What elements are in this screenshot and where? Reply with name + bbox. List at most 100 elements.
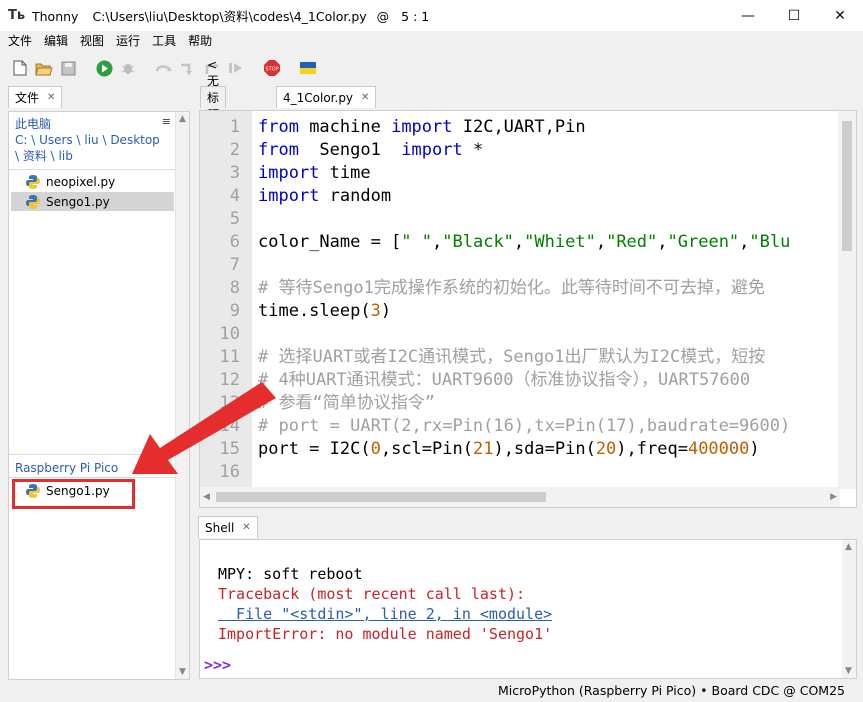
editor-horizontal-scrollbar[interactable]: ◀ ▶ bbox=[200, 487, 840, 507]
tab-untitled[interactable]: <无标题> bbox=[200, 58, 226, 137]
line-number-gutter: 1 2 3 4 5 6 7 8 9 10 11 12 13 14 15 16 bbox=[200, 111, 252, 489]
new-file-button[interactable] bbox=[10, 58, 30, 78]
line-number: 4 bbox=[229, 186, 240, 206]
device-heading[interactable]: Raspberry Pi Pico bbox=[15, 460, 118, 476]
code-text: , bbox=[595, 232, 607, 252]
scroll-right-icon[interactable]: ▶ bbox=[830, 492, 837, 502]
maximize-button[interactable]: ☐ bbox=[771, 0, 817, 31]
close-tab-icon[interactable]: ✕ bbox=[361, 92, 369, 103]
run-button[interactable] bbox=[94, 58, 114, 78]
line-number: 8 bbox=[229, 278, 240, 298]
shell-scrollbar[interactable]: ▲ ▼ bbox=[842, 540, 856, 678]
this-pc-heading[interactable]: 此电脑 bbox=[15, 116, 51, 132]
scroll-up-icon[interactable]: ▲ bbox=[179, 114, 186, 124]
file-item-neopixel[interactable]: neopixel.py bbox=[11, 172, 174, 191]
code-text: ,scl=Pin( bbox=[380, 439, 473, 459]
close-button[interactable]: ✕ bbox=[817, 0, 863, 31]
line-number: 13 bbox=[219, 393, 240, 413]
file-item-sengo1-local[interactable]: Sengo1.py bbox=[11, 192, 174, 211]
code-comment: # 选择UART或者I2C通讯模式，Sengo1出厂默认为I2C模式，短按 bbox=[258, 347, 766, 367]
debug-button[interactable] bbox=[118, 58, 138, 78]
local-path-line2[interactable]: \ 资料 \ lib bbox=[15, 148, 73, 164]
local-path-line1[interactable]: C: \ Users \ liu \ Desktop bbox=[15, 132, 160, 148]
traceback-link[interactable]: File "<stdin>", line 2, in <module> bbox=[218, 604, 552, 624]
step-into-button[interactable] bbox=[178, 58, 198, 78]
panel-splitter[interactable] bbox=[9, 454, 175, 455]
menu-view[interactable]: 视图 bbox=[74, 31, 110, 51]
shell-prompt[interactable]: >>> bbox=[204, 656, 231, 674]
code-line: color_Name = [" ","Black","Whiet","Red",… bbox=[258, 231, 790, 254]
close-tab-icon[interactable]: ✕ bbox=[242, 522, 250, 533]
line-number: 16 bbox=[219, 462, 240, 482]
python-file-icon bbox=[26, 194, 40, 209]
code-editor[interactable]: 1 2 3 4 5 6 7 8 9 10 11 12 13 14 15 16 f… bbox=[199, 110, 857, 508]
menu-tools[interactable]: 工具 bbox=[146, 31, 182, 51]
line-number: 14 bbox=[219, 416, 240, 436]
scroll-up-icon[interactable]: ▲ bbox=[845, 542, 852, 552]
step-over-button[interactable] bbox=[154, 58, 174, 78]
code-text: * bbox=[462, 140, 484, 160]
resume-icon bbox=[229, 63, 242, 73]
scroll-thumb[interactable] bbox=[842, 121, 852, 251]
at-sign: @ bbox=[376, 9, 390, 24]
scroll-left-icon[interactable]: ◀ bbox=[203, 492, 210, 502]
code-text: I2C,UART,Pin bbox=[452, 117, 586, 137]
code-line: import time bbox=[258, 162, 371, 185]
line-number: 15 bbox=[219, 439, 240, 459]
menu-edit[interactable]: 编辑 bbox=[38, 31, 74, 51]
tab-4-1color[interactable]: 4_1Color.py ✕ bbox=[276, 86, 377, 108]
line-number: 3 bbox=[229, 163, 240, 183]
code-text: time bbox=[319, 163, 371, 183]
menu-file[interactable]: 文件 bbox=[0, 31, 38, 51]
resume-button[interactable] bbox=[226, 58, 246, 78]
close-tab-icon[interactable]: ✕ bbox=[47, 92, 55, 103]
keyword: import bbox=[258, 163, 320, 183]
save-file-button[interactable] bbox=[58, 58, 78, 78]
stop-sign-icon: STOP bbox=[264, 60, 280, 76]
number-literal: 0 bbox=[370, 439, 381, 459]
string-literal: "Black" bbox=[442, 232, 514, 252]
shell-console[interactable]: MPY: soft reboot Traceback (most recent … bbox=[199, 539, 857, 679]
code-text: ),sda=Pin( bbox=[493, 439, 596, 459]
file-name: neopixel.py bbox=[46, 174, 116, 189]
code-text: time.sleep( bbox=[258, 301, 371, 321]
code-text: , bbox=[432, 232, 443, 252]
code-text: ) bbox=[380, 301, 392, 321]
tab-label: 4_1Color.py bbox=[283, 90, 354, 105]
menu-icon[interactable]: ≡ bbox=[162, 115, 171, 128]
keyword: from bbox=[258, 140, 299, 160]
files-scrollbar[interactable]: ▲ ▼ bbox=[175, 112, 189, 679]
scroll-down-icon[interactable]: ▼ bbox=[845, 666, 852, 676]
editor-vertical-scrollbar[interactable] bbox=[838, 111, 856, 489]
code-line: from machine import I2C,UART,Pin bbox=[258, 116, 586, 139]
files-tab-label: 文件 bbox=[15, 91, 40, 105]
open-file-button[interactable] bbox=[34, 58, 54, 78]
minimize-button[interactable]: — bbox=[725, 0, 771, 31]
stop-button[interactable]: STOP bbox=[262, 58, 282, 78]
code-line: port = I2C(0,scl=Pin(21),sda=Pin(20),fre… bbox=[258, 438, 760, 461]
scroll-thumb[interactable] bbox=[216, 492, 546, 502]
code-comment: # 4种UART通讯模式：UART9600（标准协议指令），UART57600 bbox=[258, 370, 751, 390]
string-literal: "Whiet" bbox=[524, 232, 596, 252]
app-name: Thonny bbox=[32, 9, 79, 24]
step-into-icon bbox=[181, 63, 192, 75]
toolbar: STOP bbox=[0, 54, 863, 82]
tab-files[interactable]: 文件 ✕ bbox=[8, 86, 63, 108]
code-text: , bbox=[513, 232, 525, 252]
tab-shell[interactable]: Shell ✕ bbox=[198, 516, 258, 538]
menu-run[interactable]: 运行 bbox=[110, 31, 146, 51]
shell-error: ImportError: no module named 'Sengo1' bbox=[218, 625, 553, 643]
line-number: 5 bbox=[229, 209, 240, 229]
interpreter-status[interactable]: MicroPython (Raspberry Pi Pico) • Board … bbox=[498, 683, 845, 698]
menu-help[interactable]: 帮助 bbox=[182, 31, 218, 51]
ukraine-flag-button[interactable] bbox=[298, 58, 318, 78]
string-literal: "Red" bbox=[606, 232, 658, 252]
annotation-highlight-box bbox=[12, 479, 135, 509]
code-text: machine bbox=[298, 117, 392, 137]
shell-error: Traceback (most recent call last): bbox=[218, 585, 526, 603]
scroll-down-icon[interactable]: ▼ bbox=[179, 667, 186, 677]
string-literal: " " bbox=[401, 232, 433, 252]
code-comment: # port = UART(2,rx=Pin(16),tx=Pin(17),ba… bbox=[258, 416, 791, 436]
code-text: ),freq= bbox=[616, 439, 688, 459]
number-literal: 21 bbox=[472, 439, 494, 459]
